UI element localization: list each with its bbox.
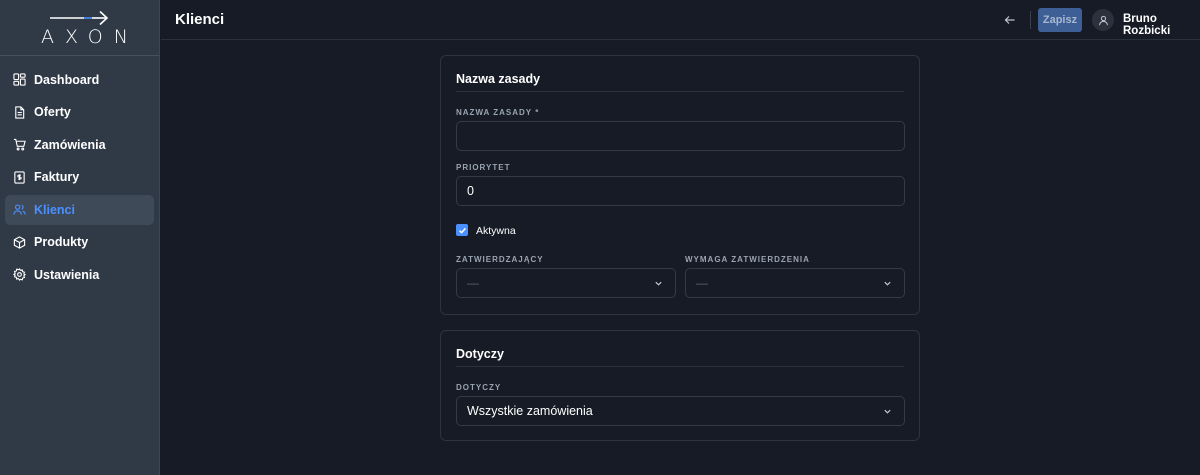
- approver-value: —: [467, 276, 479, 290]
- avatar[interactable]: [1092, 9, 1114, 31]
- applies-card-title: Dotyczy: [456, 347, 504, 361]
- page-title: Klienci: [175, 11, 225, 28]
- sidebar-item-ustawienia[interactable]: Ustawienia: [5, 260, 154, 290]
- divider: [1030, 11, 1031, 29]
- applies-select[interactable]: Wszystkie zamówienia: [456, 396, 905, 426]
- logo-arrow-icon: [50, 10, 109, 26]
- sidebar-item-label: Produkty: [34, 235, 89, 249]
- priority-label: PRIORYTET: [456, 163, 511, 172]
- invoice-icon: [14, 170, 25, 184]
- requires-approval-label: WYMAGA ZATWIERDZENIA: [685, 255, 810, 264]
- card-divider: [456, 91, 904, 92]
- priority-input[interactable]: 0: [456, 176, 905, 206]
- sidebar-item-label: Klienci: [34, 202, 75, 217]
- applies-value: Wszystkie zamówienia: [467, 404, 593, 418]
- user-name[interactable]: Bruno Rozbicki: [1123, 13, 1200, 37]
- save-button[interactable]: Zapisz: [1038, 8, 1082, 32]
- approver-label: ZATWIERDZAJĄCY: [456, 255, 544, 264]
- users-icon: [13, 204, 26, 215]
- sidebar-item-zamowienia[interactable]: Zamówienia: [5, 130, 154, 160]
- sidebar-nav: Dashboard Oferty Zamówienia Faktury Klie…: [0, 56, 159, 290]
- arrow-left-icon: [1004, 16, 1015, 24]
- active-checkbox[interactable]: [456, 224, 468, 236]
- requires-approval-value: —: [696, 276, 708, 290]
- sidebar: AXON Dashboard Oferty Zamówienia Faktury…: [0, 0, 160, 475]
- card-divider: [456, 366, 904, 367]
- requires-approval-select[interactable]: —: [685, 268, 905, 298]
- dashboard-icon: [13, 73, 26, 86]
- active-checkbox-label[interactable]: Aktywna: [476, 225, 516, 237]
- sidebar-item-label: Faktury: [34, 170, 80, 184]
- sidebar-item-label: Oferty: [34, 105, 71, 119]
- applies-label: DOTYCZY: [456, 383, 502, 392]
- checkmark-icon: [458, 227, 466, 234]
- sidebar-item-klienci[interactable]: Klienci: [5, 194, 154, 225]
- chevron-down-icon: [884, 281, 891, 286]
- rule-card-title: Nazwa zasady: [456, 72, 541, 86]
- logo[interactable]: AXON: [0, 0, 159, 56]
- user-icon: [1098, 15, 1108, 25]
- rule-card: Nazwa zasady NAZWA ZASADY * PRIORYTET 0 …: [440, 55, 920, 315]
- box-icon: [13, 235, 26, 249]
- document-icon: [15, 105, 25, 119]
- applies-card: Dotyczy DOTYCZY Wszystkie zamówienia: [440, 330, 920, 441]
- sidebar-item-produkty[interactable]: Produkty: [5, 227, 154, 257]
- chevron-down-icon: [655, 281, 662, 286]
- sidebar-item-label: Zamówienia: [34, 137, 106, 152]
- sidebar-item-label: Dashboard: [34, 72, 100, 87]
- chevron-down-icon: [884, 409, 891, 414]
- sidebar-item-oferty[interactable]: Oferty: [5, 97, 154, 127]
- back-button[interactable]: [1000, 10, 1020, 30]
- logo-text: AXON: [41, 26, 139, 48]
- sidebar-item-faktury[interactable]: Faktury: [5, 162, 154, 192]
- sidebar-item-label: Ustawienia: [34, 267, 100, 282]
- sidebar-item-dashboard[interactable]: Dashboard: [5, 65, 154, 95]
- gear-icon: [13, 268, 26, 281]
- top-bar: Klienci Zapisz Bruno Rozbicki: [161, 0, 1200, 40]
- cart-icon: [13, 138, 26, 151]
- approver-select[interactable]: —: [456, 268, 676, 298]
- name-label: NAZWA ZASADY *: [456, 108, 540, 117]
- rule-name-input[interactable]: [456, 121, 905, 151]
